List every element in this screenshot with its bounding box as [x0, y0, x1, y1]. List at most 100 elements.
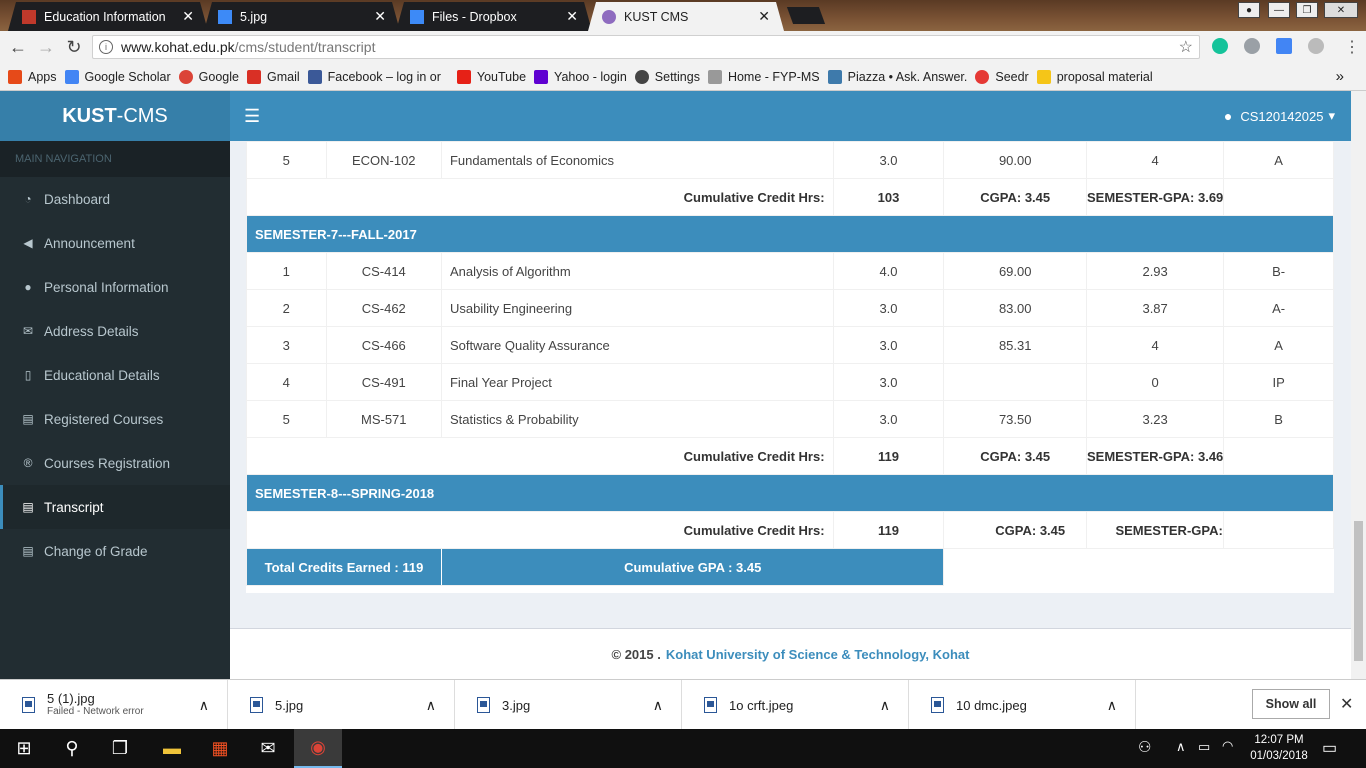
download-item[interactable]: 3.jpg ∧ [455, 680, 682, 730]
file-icon: ▤ [22, 500, 34, 514]
semester-header-row: SEMESTER-7---FALL-2017 [246, 215, 1334, 253]
show-all-button[interactable]: Show all [1252, 689, 1330, 719]
download-item[interactable]: 5 (1).jpg Failed - Network error ∧ [0, 680, 228, 730]
gp-cell: 3.23 [1085, 400, 1225, 438]
semester-gpa-value: SEMESTER-GPA: 3.46 [1085, 437, 1225, 475]
bookmark-facebook[interactable]: Facebook – log in or [307, 69, 441, 84]
semester-gpa-value: SEMESTER-GPA: 3.69 [1085, 178, 1225, 216]
sidebar-item-announcement[interactable]: ◀ Announcement [0, 221, 230, 265]
search-icon[interactable]: ⚲ [48, 729, 96, 768]
bookmark-settings[interactable]: Settings [634, 69, 700, 84]
bookmark-fyp-ms[interactable]: Home - FYP-MS [707, 69, 820, 84]
download-name: 3.jpg [502, 697, 531, 713]
bookmark-apps[interactable]: Apps [8, 69, 57, 84]
bookmark-label: Yahoo - login [554, 69, 627, 84]
tab-title: 5.jpg [240, 9, 268, 24]
globe-icon[interactable] [1244, 38, 1260, 54]
university-link[interactable]: Kohat University of Science & Technology… [666, 647, 970, 662]
browser-toolbar: ← → ↻ i www.kohat.edu.pk/cms/student/tra… [0, 31, 1366, 63]
taskbar-clock[interactable]: 12:07 PM 01/03/2018 [1244, 732, 1314, 764]
tray-up-icon[interactable]: ∧ [1176, 739, 1186, 755]
dashboard-icon: ◔ [24, 192, 32, 206]
minimize-icon[interactable]: — [1268, 2, 1290, 18]
grammarly-icon[interactable] [1212, 38, 1228, 54]
box-icon: ▯ [24, 368, 32, 382]
download-item[interactable]: 5.jpg ∧ [228, 680, 455, 730]
marks-cell: 90.00 [943, 141, 1087, 179]
close-icon[interactable]: ✕ [374, 8, 386, 25]
tab-files-dropbox[interactable]: Files - Dropbox ✕ [396, 2, 592, 31]
chrome-icon[interactable]: ◉ [294, 729, 342, 768]
close-icon[interactable]: ✕ [758, 8, 770, 25]
sidebar-item-transcript[interactable]: ▤ Transcript [0, 485, 230, 529]
translate-icon[interactable] [1276, 38, 1292, 54]
bookmark-seedr[interactable]: Seedr [975, 69, 1029, 84]
file-explorer-icon[interactable]: ▬ [148, 729, 196, 768]
windows-start-icon[interactable]: ⊞ [0, 729, 48, 768]
bookmark-yahoo[interactable]: Yahoo - login [534, 69, 627, 84]
tab-kust-cms[interactable]: KUST CMS ✕ [588, 2, 784, 31]
youtube-icon [456, 69, 471, 84]
download-item[interactable]: 1o crft.jpeg ∧ [682, 680, 909, 730]
title-cell: Fundamentals of Economics [440, 141, 834, 179]
chevron-up-icon[interactable]: ∧ [653, 697, 663, 714]
tab-education-information[interactable]: Education Information ✕ [8, 2, 208, 31]
wifi-icon[interactable]: ◠ [1222, 738, 1233, 754]
task-view-icon[interactable]: ❐ [96, 729, 144, 768]
folder-icon [1036, 69, 1051, 84]
user-menu[interactable]: ● CS120142025 ▾ [1224, 108, 1335, 124]
people-icon[interactable]: ⚇ [1138, 738, 1151, 756]
sidebar-item-courses-registration[interactable]: ® Courses Registration [0, 441, 230, 485]
download-item[interactable]: 10 dmc.jpeg ∧ [909, 680, 1136, 730]
sidebar-item-change-of-grade[interactable]: ▤ Change of Grade [0, 529, 230, 573]
new-tab-button[interactable] [786, 7, 826, 24]
info-icon[interactable]: i [99, 40, 113, 54]
sidebar-item-personal-information[interactable]: ● Personal Information [0, 265, 230, 309]
mail-icon[interactable]: ✉ [244, 729, 292, 768]
address-bar[interactable]: i www.kohat.edu.pk/cms/student/transcrip… [92, 35, 1200, 59]
close-icon[interactable]: ✕ [182, 8, 194, 25]
page-scrollbar[interactable] [1351, 91, 1366, 679]
chevron-up-icon[interactable]: ∧ [880, 697, 890, 714]
menu-icon[interactable]: ⋮ [1344, 37, 1360, 57]
chevron-up-icon[interactable]: ∧ [199, 697, 209, 714]
battery-icon[interactable]: ▭ [1198, 739, 1210, 755]
restore-icon[interactable]: ❐ [1296, 2, 1318, 18]
bookmark-google-scholar[interactable]: Google Scholar [64, 69, 171, 84]
dropbox-icon [410, 10, 424, 24]
bookmark-youtube[interactable]: YouTube [456, 69, 526, 84]
bookmarks-overflow-icon[interactable]: » [1336, 68, 1344, 85]
notifications-icon[interactable]: ▭ [1322, 738, 1337, 758]
chevron-up-icon[interactable]: ∧ [1107, 697, 1117, 714]
window-close-icon[interactable]: ✕ [1324, 2, 1358, 18]
profile-icon[interactable]: ● [1238, 2, 1260, 18]
sidebar-item-educational-details[interactable]: ▯ Educational Details [0, 353, 230, 397]
back-icon[interactable]: ← [8, 37, 28, 58]
bookmark-proposal-material[interactable]: proposal material [1036, 69, 1153, 84]
cloud-icon[interactable] [1308, 38, 1324, 54]
cgpa-value: CGPA: 3.45 [943, 178, 1087, 216]
tab-5-jpg[interactable]: 5.jpg ✕ [204, 2, 400, 31]
scrollbar-thumb[interactable] [1354, 521, 1363, 661]
reload-icon[interactable]: ↻ [64, 37, 84, 58]
facebook-icon [307, 69, 322, 84]
close-icon[interactable]: ✕ [1340, 694, 1353, 714]
sidebar-item-dashboard[interactable]: ◔ Dashboard [0, 177, 230, 221]
bookmark-gmail[interactable]: Gmail [246, 69, 300, 84]
page-icon [707, 69, 722, 84]
hamburger-icon[interactable]: ☰ [244, 106, 260, 127]
registered-icon: ® [23, 456, 33, 470]
cumulative-credits: 119 [832, 437, 945, 475]
star-icon[interactable]: ☆ [1179, 37, 1193, 57]
chevron-up-icon[interactable]: ∧ [426, 697, 436, 714]
sidebar-item-registered-courses[interactable]: ▤ Registered Courses [0, 397, 230, 441]
close-icon[interactable]: ✕ [566, 8, 578, 25]
downloads-bar: 5 (1).jpg Failed - Network error ∧ 5.jpg… [0, 679, 1366, 730]
forward-icon[interactable]: → [36, 37, 56, 58]
logo[interactable]: KUST -CMS [0, 91, 230, 141]
sidebar-item-address-details[interactable]: ✉ Address Details [0, 309, 230, 353]
bookmark-piazza[interactable]: Piazza • Ask. Answer. [827, 69, 967, 84]
store-icon[interactable]: ▦ [196, 729, 244, 768]
bookmark-google[interactable]: Google [178, 69, 239, 84]
gear-icon [634, 69, 649, 84]
